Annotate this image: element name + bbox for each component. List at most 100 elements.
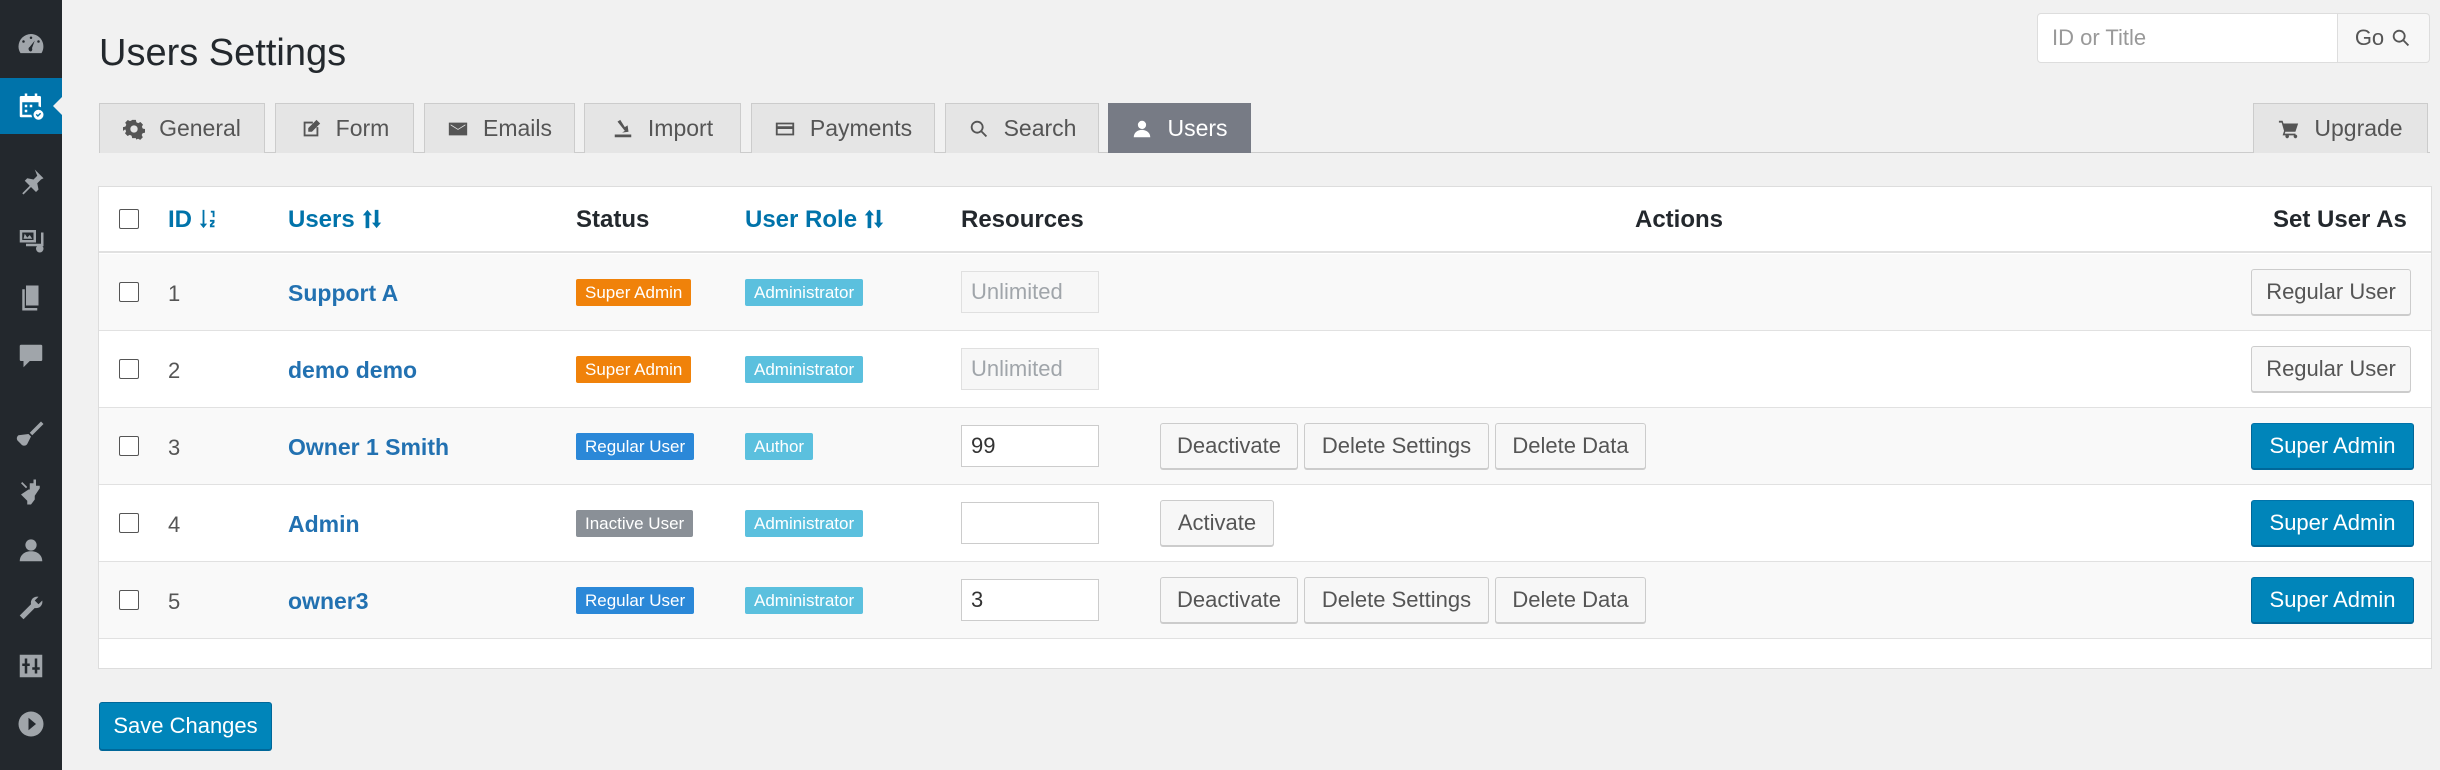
tab-search-label: Search (1003, 115, 1077, 141)
tab-form[interactable]: Form (275, 103, 414, 153)
user-id: 5 (168, 589, 181, 614)
user-icon (1134, 120, 1151, 137)
tab-form-label: Form (335, 115, 390, 141)
header-id[interactable]: ID (168, 206, 220, 234)
role-badge: Administrator (745, 510, 864, 537)
set-super-admin-button[interactable]: Super Admin (2251, 500, 2414, 546)
tab-users[interactable]: Users (1108, 103, 1251, 153)
save-changes-button[interactable]: Save Changes (99, 702, 272, 750)
row-checkbox[interactable] (119, 282, 139, 302)
select-all-checkbox[interactable] (119, 209, 139, 229)
play-icon[interactable] (0, 696, 62, 752)
page-title: Users Settings (99, 32, 347, 74)
cart-icon (2279, 120, 2299, 138)
user-name-link[interactable]: Support A (288, 280, 398, 307)
row-checkbox[interactable] (119, 359, 139, 379)
deactivate-button[interactable]: Deactivate (1160, 577, 1298, 623)
resources-input: Unlimited (961, 271, 1099, 313)
row-checkbox[interactable] (119, 436, 139, 456)
set-super-admin-button[interactable]: Super Admin (2251, 423, 2414, 469)
tab-payments-label: Payments (809, 115, 913, 141)
sort-icon (361, 208, 383, 230)
table-row: 2 demo demo Super Admin Administrator Un… (99, 331, 2431, 408)
resources-input[interactable]: 3 (961, 579, 1099, 621)
header-actions: Actions (1635, 206, 1724, 233)
users-icon[interactable] (0, 522, 62, 578)
pages-icon[interactable] (0, 270, 62, 326)
table-row: 1 Support A Super Admin Administrator Un… (99, 254, 2431, 331)
search-go-button[interactable]: Go (2338, 13, 2430, 63)
appearance-icon[interactable] (0, 406, 62, 462)
role-badge: Author (745, 433, 814, 460)
table-row: 3 Owner 1 Smith Regular User Author 99 D… (99, 408, 2431, 485)
search-icon (970, 120, 987, 137)
role-badge: Administrator (745, 587, 864, 614)
user-id: 3 (168, 435, 181, 460)
tab-general[interactable]: General (99, 103, 265, 153)
header-users[interactable]: Users (288, 206, 383, 234)
user-id: 4 (168, 512, 181, 537)
search-box: Go (2037, 13, 2430, 63)
resources-input[interactable] (961, 502, 1099, 544)
header-user-role[interactable]: User Role (745, 206, 885, 234)
search-go-label: Go (2354, 25, 2385, 50)
calendar-icon[interactable] (0, 78, 62, 134)
search-input[interactable] (2037, 13, 2338, 63)
set-regular-user-button[interactable]: Regular User (2251, 346, 2411, 392)
plugins-icon[interactable] (0, 464, 62, 520)
header-resources: Resources (961, 206, 1084, 233)
search-icon (2392, 29, 2410, 47)
status-badge: Regular User (576, 433, 695, 460)
tab-upgrade-label: Upgrade (2314, 115, 2403, 141)
tab-users-label: Users (1167, 115, 1228, 141)
tools-icon[interactable] (0, 580, 62, 636)
set-regular-user-button[interactable]: Regular User (2251, 269, 2411, 315)
settings-icon[interactable] (0, 638, 62, 694)
header-user-role-label: User Role (745, 206, 858, 233)
deactivate-button[interactable]: Deactivate (1160, 423, 1298, 469)
header-status: Status (576, 206, 650, 233)
table-row: 5 owner3 Regular User Administrator 3 De… (99, 562, 2431, 639)
resources-input: Unlimited (961, 348, 1099, 390)
gear-icon (123, 119, 146, 140)
pin-icon[interactable] (0, 154, 62, 210)
delete-data-button[interactable]: Delete Data (1495, 423, 1646, 469)
status-badge: Inactive User (576, 510, 694, 537)
comments-icon[interactable] (0, 328, 62, 384)
tab-emails[interactable]: Emails (424, 103, 575, 153)
user-id: 1 (168, 281, 181, 306)
dashboard-icon[interactable] (0, 16, 62, 72)
table-header: ID Users Status User Role Resources Acti… (99, 187, 2431, 253)
user-id: 2 (168, 358, 181, 383)
status-badge: Super Admin (576, 356, 692, 383)
envelope-icon (448, 122, 468, 135)
tab-general-label: General (159, 115, 241, 141)
tab-upgrade[interactable]: Upgrade (2253, 103, 2428, 153)
tab-import[interactable]: Import (584, 103, 741, 153)
delete-data-button[interactable]: Delete Data (1495, 577, 1646, 623)
delete-settings-button[interactable]: Delete Settings (1304, 577, 1489, 623)
user-name-link[interactable]: Owner 1 Smith (288, 434, 449, 461)
media-icon[interactable] (0, 212, 62, 268)
resources-input[interactable]: 99 (961, 425, 1099, 467)
activate-button[interactable]: Activate (1160, 500, 1274, 546)
tab-import-label: Import (647, 115, 714, 141)
user-name-link[interactable]: owner3 (288, 588, 369, 615)
edit-icon (303, 119, 320, 136)
user-name-link[interactable]: Admin (288, 511, 360, 538)
sort-icon (863, 208, 885, 230)
role-badge: Administrator (745, 279, 864, 306)
row-checkbox[interactable] (119, 513, 139, 533)
row-checkbox[interactable] (119, 590, 139, 610)
sort-numeric-icon (198, 208, 220, 230)
header-set-user-as: Set User As (2273, 206, 2407, 233)
admin-sidebar (0, 0, 62, 770)
tab-payments[interactable]: Payments (751, 103, 935, 153)
user-name-link[interactable]: demo demo (288, 357, 417, 384)
header-id-label: ID (168, 206, 192, 233)
delete-settings-button[interactable]: Delete Settings (1304, 423, 1489, 469)
status-badge: Regular User (576, 587, 695, 614)
set-super-admin-button[interactable]: Super Admin (2251, 577, 2414, 623)
tab-search[interactable]: Search (945, 103, 1099, 153)
table-row: 4 Admin Inactive User Administrator Acti… (99, 485, 2431, 562)
